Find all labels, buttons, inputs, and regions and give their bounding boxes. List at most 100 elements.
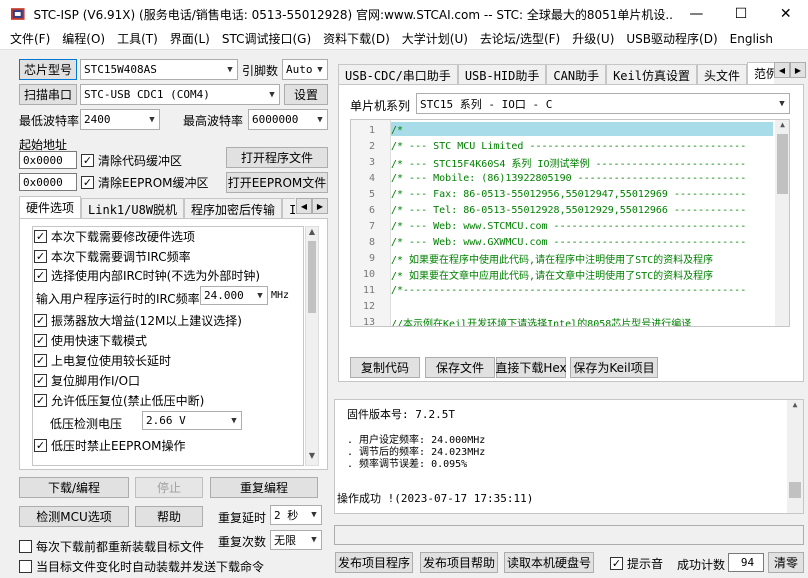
menu-interface[interactable]: 界面(L) — [164, 30, 216, 47]
code-line: 6/* --- Tel: 86-0513-55012928,55012929,5… — [368, 204, 747, 216]
scroll-up-icon[interactable]: ▲ — [787, 400, 803, 414]
option-oscillator-gain[interactable]: ✓ 振荡器放大增益(12M以上建议选择) — [34, 312, 242, 329]
left-tab-scroll: ◀ ▶ — [296, 198, 328, 214]
settings-button[interactable]: 设置 — [284, 84, 328, 105]
menu-tools[interactable]: 工具(T) — [111, 30, 164, 47]
operation-result-text: 操作成功 !(2023-07-17 17:35:11) — [337, 492, 534, 505]
checkmark-icon: ✓ — [610, 557, 623, 570]
hardware-options-panel: ✓ 本次下载需要修改硬件选项 ✓ 本次下载需要调节IRC频率 ✓ 选择使用内部IRC时… — [19, 218, 328, 470]
save-file-button[interactable]: 保存文件 — [425, 357, 495, 378]
port-select[interactable]: STC-USB CDC1 (COM4) ▼ — [80, 84, 280, 105]
option-adjust-irc[interactable]: ✓ 本次下载需要调节IRC频率 — [34, 248, 191, 265]
option-low-voltage-reset[interactable]: ✓ 允许低压复位(禁止低压中断) — [34, 392, 204, 409]
check-mcu-options-button[interactable]: 检测MCU选项 — [19, 506, 129, 527]
code-scrollbar[interactable]: ▲ — [775, 120, 789, 326]
menu-english[interactable]: English — [724, 32, 779, 46]
menu-file[interactable]: 文件(F) — [4, 30, 56, 47]
mcu-type-select[interactable]: STC15W408AS ▼ — [80, 59, 238, 80]
scroll-down-icon[interactable]: ▼ — [306, 451, 318, 465]
log-scrollbar[interactable]: ▲ — [787, 400, 803, 513]
code-address-input[interactable]: 0x0000 — [19, 151, 77, 169]
publish-project-button[interactable]: 发布项目程序 — [335, 552, 413, 573]
eeprom-address-input[interactable]: 0x0000 — [19, 173, 77, 191]
help-button[interactable]: 帮助 — [135, 506, 203, 527]
option-disable-eeprom-low-voltage[interactable]: ✓ 低压时禁止EEPROM操作 — [34, 437, 186, 454]
download-program-button[interactable]: 下载/编程 — [19, 477, 129, 498]
max-baud-select[interactable]: 6000000 ▼ — [248, 109, 328, 130]
code-editor[interactable]: 1/* 2/* --- STC MCU Limited ------------… — [350, 119, 790, 327]
code-line: 11/*------------------------------------… — [362, 284, 747, 296]
tab-scroll-right-icon[interactable]: ▶ — [312, 198, 328, 214]
repeat-delay-select[interactable]: 2 秒 ▼ — [270, 505, 322, 525]
window-title: STC-ISP (V6.91X) (服务电话/销售电话: 0513-550129… — [33, 7, 675, 22]
menu-program[interactable]: 编程(O) — [56, 30, 111, 47]
scroll-up-icon[interactable]: ▲ — [775, 120, 789, 134]
scroll-thumb[interactable] — [789, 482, 801, 498]
tab-examples[interactable]: 范例程序 — [747, 62, 774, 84]
scroll-thumb[interactable] — [308, 241, 316, 313]
tab-scroll-left-icon[interactable]: ◀ — [774, 62, 790, 78]
option-label: 本次下载需要调节IRC频率 — [51, 250, 191, 264]
tab-scroll-right-icon[interactable]: ▶ — [790, 62, 806, 78]
low-voltage-select[interactable]: 2.66 V ▼ — [142, 411, 242, 430]
irc-frequency-value: 24.000 — [204, 289, 244, 302]
option-reset-pin-io[interactable]: ✓ 复位脚用作I/O口 — [34, 372, 140, 389]
pin-select[interactable]: Auto ▼ — [282, 59, 328, 80]
stop-button[interactable]: 停止 — [135, 477, 203, 498]
series-select[interactable]: STC15 系列 - IO口 - C ▼ — [416, 93, 790, 114]
irc-frequency-label: 输入用户程序运行时的IRC频率 — [36, 292, 200, 306]
beep-checkbox[interactable]: ✓ 提示音 — [610, 555, 663, 572]
publish-help-button[interactable]: 发布项目帮助 — [420, 552, 498, 573]
clear-code-checkbox[interactable]: ✓ 清除代码缓冲区 — [81, 152, 182, 169]
close-button[interactable]: ✕ — [763, 0, 808, 28]
menu-forum[interactable]: 去论坛/选型(F) — [474, 30, 566, 47]
option-label: 振荡器放大增益(12M以上建议选择) — [51, 314, 242, 328]
irc-frequency-select[interactable]: 24.000 ▼ — [200, 286, 268, 305]
copy-code-button[interactable]: 复制代码 — [350, 357, 420, 378]
tab-id-number[interactable]: ID号 — [282, 198, 295, 218]
code-line: 9/* 如果要在程序中使用此代码,请在程序中注明使用了STC的资料及程序 — [368, 252, 714, 266]
save-keil-project-button[interactable]: 保存为Keil项目 — [570, 357, 658, 378]
tab-header-file[interactable]: 头文件 — [696, 64, 747, 84]
clear-eeprom-checkbox[interactable]: ✓ 清除EEPROM缓冲区 — [81, 174, 209, 191]
tab-keil-sim[interactable]: Keil仿真设置 — [606, 64, 697, 84]
maximize-button[interactable]: ☐ — [719, 0, 764, 28]
option-internal-irc[interactable]: ✓ 选择使用内部IRC时钟(不选为外部时钟) — [34, 267, 260, 284]
reload-before-download-checkbox[interactable]: 每次下载前都重新装载目标文件 — [19, 538, 204, 555]
menu-upgrade[interactable]: 升级(U) — [566, 30, 620, 47]
clear-count-button[interactable]: 清零 — [768, 552, 804, 573]
direct-download-hex-button[interactable]: 直接下载Hex — [495, 357, 567, 378]
scroll-up-icon[interactable]: ▲ — [306, 227, 318, 241]
tab-usb-hid[interactable]: USB-HID助手 — [457, 64, 547, 84]
checkmark-icon: ✓ — [34, 394, 47, 407]
mcu-type-button[interactable]: 芯片型号 — [19, 59, 77, 80]
tab-scroll-left-icon[interactable]: ◀ — [296, 198, 312, 214]
tab-link1-offline[interactable]: Link1/U8W脱机 — [81, 198, 185, 218]
tab-hardware-options[interactable]: 硬件选项 — [19, 196, 82, 218]
tab-encrypted-transfer[interactable]: 程序加密后传输 — [184, 198, 283, 218]
tab-can[interactable]: CAN助手 — [546, 64, 607, 84]
menu-university[interactable]: 大学计划(U) — [396, 30, 474, 47]
read-disk-id-button[interactable]: 读取本机硬盘号 — [504, 552, 594, 573]
repeat-count-select[interactable]: 无限 ▼ — [270, 530, 322, 550]
tab-usb-cdc-serial[interactable]: USB-CDC/串口助手 — [338, 64, 458, 84]
option-long-reset-delay[interactable]: ✓ 上电复位使用较长延时 — [34, 352, 171, 369]
low-voltage-value: 2.66 V — [146, 414, 186, 427]
repeat-count-value: 无限 — [274, 534, 296, 547]
open-eeprom-file-button[interactable]: 打开EEPROM文件 — [226, 172, 328, 193]
scroll-thumb[interactable] — [777, 134, 788, 194]
scan-port-button[interactable]: 扫描串口 — [19, 84, 77, 105]
open-program-file-button[interactable]: 打开程序文件 — [226, 147, 328, 168]
menu-debug[interactable]: STC调试接口(G) — [216, 30, 317, 47]
auto-load-checkbox[interactable]: 当目标文件变化时自动装载并发送下载命令 — [19, 558, 264, 575]
code-line: 1/* — [368, 124, 404, 136]
options-scrollbar[interactable]: ▲ ▼ — [305, 226, 319, 466]
option-modify-hardware[interactable]: ✓ 本次下载需要修改硬件选项 — [34, 228, 195, 245]
minimize-button[interactable]: — — [674, 0, 719, 28]
menu-usb-driver[interactable]: USB驱动程序(D) — [620, 30, 723, 47]
menu-downloads[interactable]: 资料下载(D) — [317, 30, 396, 47]
repeat-program-button[interactable]: 重复编程 — [210, 477, 318, 498]
min-baud-select[interactable]: 2400 ▼ — [80, 109, 160, 130]
option-fast-download[interactable]: ✓ 使用快速下载模式 — [34, 332, 147, 349]
option-label: 本次下载需要修改硬件选项 — [51, 230, 196, 244]
